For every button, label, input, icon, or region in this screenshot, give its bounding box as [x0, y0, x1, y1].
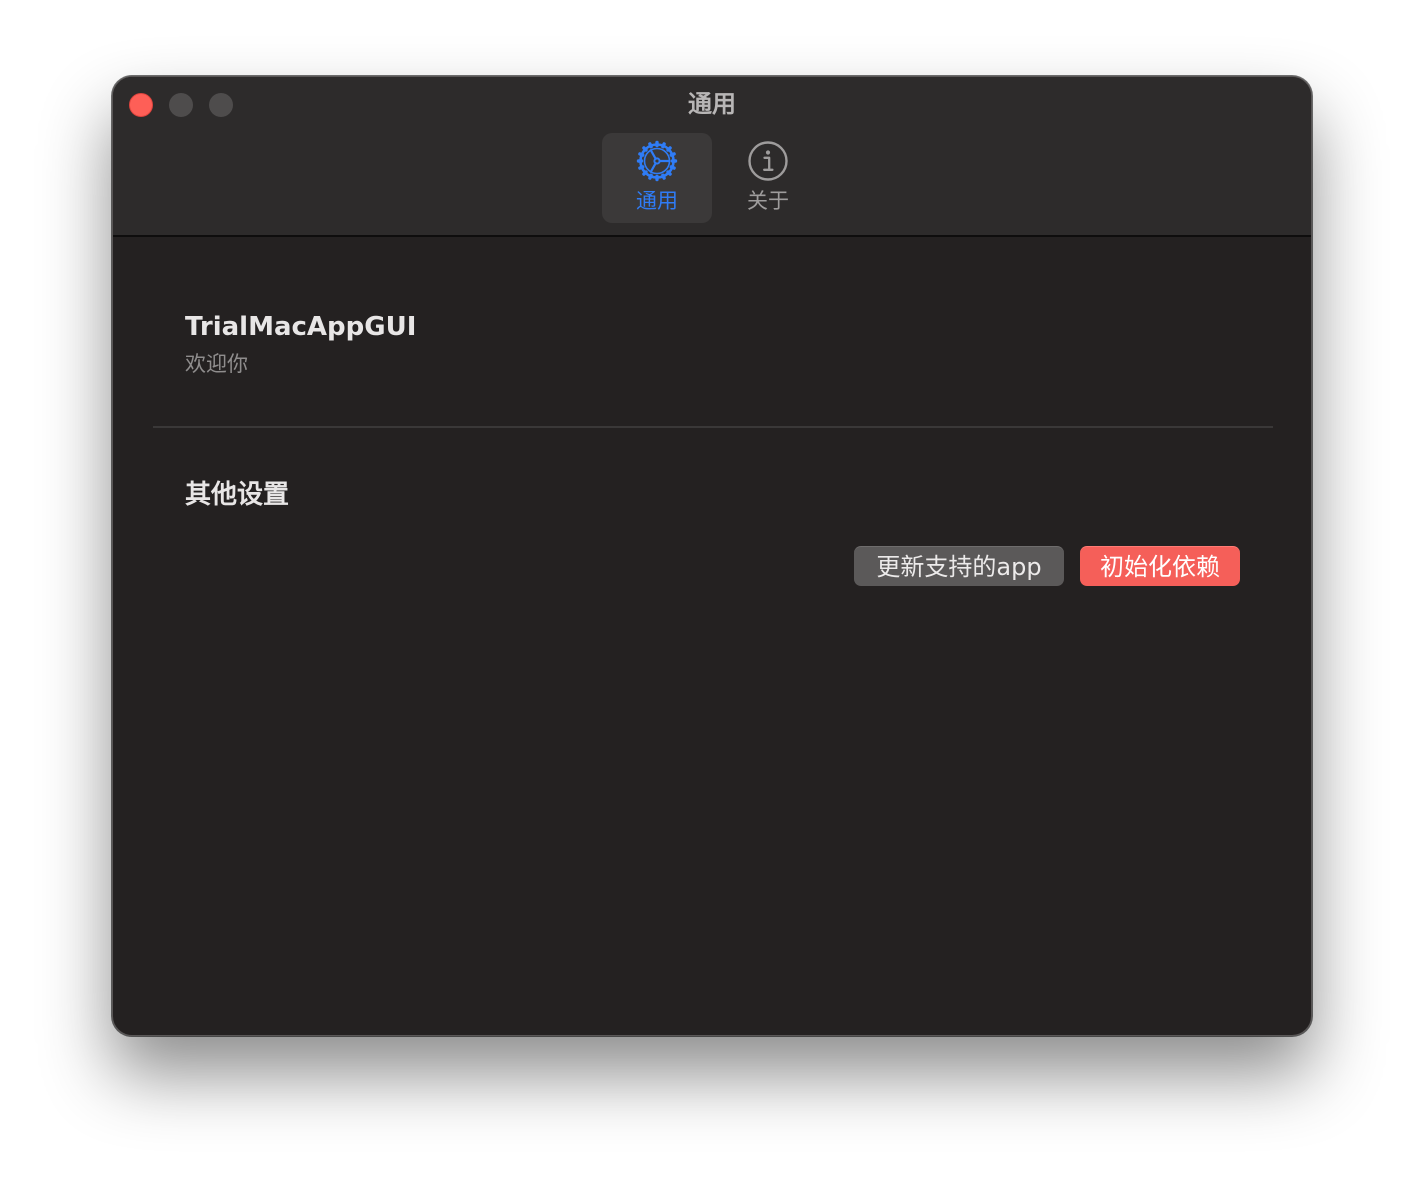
init-dependencies-button[interactable]: 初始化依赖 [1080, 546, 1240, 586]
update-supported-apps-button[interactable]: 更新支持的app [854, 546, 1064, 586]
general-settings-panel: TrialMacAppGUI 欢迎你 其他设置 更新支持的app 初始化依赖 [113, 237, 1311, 1035]
settings-window: 通用 通用 关于 TrialMacAppGUI 欢迎你 其他设置 更新支持的ap… [112, 76, 1312, 1036]
info-icon [748, 141, 788, 181]
tab-general[interactable]: 通用 [602, 133, 712, 223]
welcome-text: 欢迎你 [185, 352, 248, 376]
tab-general-label: 通用 [636, 189, 678, 213]
tab-about-label: 关于 [747, 189, 789, 213]
section-title: 其他设置 [185, 480, 290, 510]
window-titlebar: 通用 通用 关于 [113, 77, 1311, 237]
tab-about[interactable]: 关于 [713, 133, 823, 223]
gear-icon [636, 140, 678, 182]
window-title: 通用 [688, 90, 736, 118]
section-divider [153, 426, 1273, 428]
app-name: TrialMacAppGUI [185, 312, 417, 342]
